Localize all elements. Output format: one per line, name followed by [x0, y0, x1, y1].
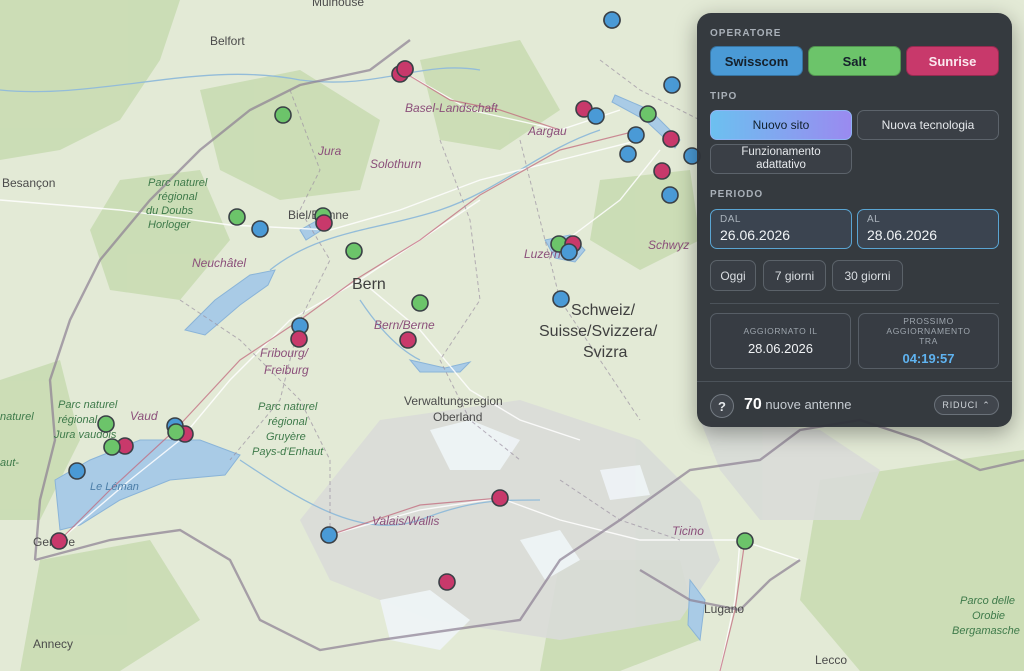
antenna-marker-swisscom[interactable]	[627, 126, 645, 144]
date-from-field[interactable]: DAL 26.06.2026	[710, 209, 852, 249]
last-updated-label: AGGIORNATO IL	[743, 326, 818, 336]
label-bern: Bern	[352, 276, 386, 293]
antenna-marker-salt[interactable]	[639, 105, 657, 123]
type-section-label: TIPO	[710, 91, 738, 102]
antenna-marker-salt[interactable]	[411, 294, 429, 312]
label-basel-landschaft: Basel-Landschaft	[405, 101, 498, 115]
label-lecco: Lecco	[815, 653, 847, 667]
antenna-marker-swisscom[interactable]	[560, 243, 578, 261]
label-annecy: Annecy	[33, 637, 73, 651]
antenna-marker-salt[interactable]	[345, 242, 363, 260]
antenna-marker-swisscom[interactable]	[619, 145, 637, 163]
divider	[710, 303, 999, 304]
antenna-marker-sunrise[interactable]	[491, 489, 509, 507]
antenna-marker-swisscom[interactable]	[603, 11, 621, 29]
antenna-marker-sunrise[interactable]	[662, 130, 680, 148]
antenna-marker-swisscom[interactable]	[587, 107, 605, 125]
antenna-marker-swisscom[interactable]	[251, 220, 269, 238]
collapse-button[interactable]: RIDUCI ⌃	[934, 395, 999, 415]
collapse-label: RIDUCI	[942, 400, 979, 410]
date-to-value: 28.06.2026	[867, 227, 938, 243]
antenna-marker-swisscom[interactable]	[663, 76, 681, 94]
antenna-marker-salt[interactable]	[167, 423, 185, 441]
antenna-marker-salt[interactable]	[736, 532, 754, 550]
label-mulhouse: Mulhouse	[312, 0, 364, 9]
antenna-marker-sunrise[interactable]	[399, 331, 417, 349]
operator-sunrise-button[interactable]: Sunrise	[906, 46, 999, 76]
type-new-tech-button[interactable]: Nuova tecnologia	[857, 110, 999, 140]
next-update-countdown: 04:19:57	[902, 351, 955, 366]
antenna-marker-sunrise[interactable]	[396, 60, 414, 78]
type-new-site-button[interactable]: Nuovo sito	[710, 110, 852, 140]
next-update-label: PROSSIMO AGGIORNAMENTO TRA	[886, 316, 971, 346]
period-section-label: PERIODO	[710, 189, 764, 200]
antenna-count-value: 70	[744, 396, 762, 413]
antenna-marker-salt[interactable]	[228, 208, 246, 226]
operator-section-label: OPERATORE	[710, 28, 782, 39]
label-bern-berne: Bern/Berne	[374, 318, 435, 332]
antenna-marker-swisscom[interactable]	[320, 526, 338, 544]
label-ticino: Ticino	[672, 524, 704, 538]
type-adaptive-button[interactable]: Funzionamento adattativo	[710, 144, 852, 174]
label-besancon: Besançon	[2, 176, 55, 190]
last-updated-value: 28.06.2026	[747, 341, 814, 356]
antenna-marker-swisscom[interactable]	[661, 186, 679, 204]
chevron-up-icon: ⌃	[982, 399, 991, 410]
label-jura: Jura	[317, 144, 342, 158]
date-to-label: AL	[867, 214, 881, 225]
antenna-marker-sunrise[interactable]	[315, 214, 333, 232]
filter-panel: OPERATORE Swisscom Salt Sunrise TIPO Nuo…	[697, 13, 1012, 427]
date-from-label: DAL	[720, 214, 741, 225]
antenna-marker-swisscom[interactable]	[552, 290, 570, 308]
date-from-value: 26.06.2026	[720, 227, 791, 243]
antenna-marker-sunrise[interactable]	[438, 573, 456, 591]
antenna-marker-salt[interactable]	[103, 438, 121, 456]
label-neuchatel: Neuchâtel	[192, 256, 246, 270]
label-solothurn: Solothurn	[370, 157, 422, 171]
antenna-marker-sunrise[interactable]	[653, 162, 671, 180]
next-update-box: PROSSIMO AGGIORNAMENTO TRA 04:19:57	[858, 313, 999, 369]
antenna-marker-sunrise[interactable]	[50, 532, 68, 550]
antenna-count-text: nuove antenne	[765, 397, 852, 412]
help-button[interactable]: ?	[710, 394, 734, 418]
antenna-count: 70 nuove antenne	[744, 396, 851, 414]
antenna-marker-sunrise[interactable]	[290, 330, 308, 348]
operator-salt-button[interactable]: Salt	[808, 46, 901, 76]
label-vaud: Vaud	[130, 409, 158, 423]
antenna-marker-salt[interactable]	[274, 106, 292, 124]
label-schwyz: Schwyz	[648, 238, 689, 252]
date-to-field[interactable]: AL 28.06.2026	[857, 209, 999, 249]
operator-swisscom-button[interactable]: Swisscom	[710, 46, 803, 76]
last-updated-box: AGGIORNATO IL 28.06.2026	[710, 313, 851, 369]
antenna-marker-salt[interactable]	[97, 415, 115, 433]
range-30-days-button[interactable]: 30 giorni	[832, 260, 903, 291]
label-aargau: Aargau	[527, 124, 567, 138]
range-7-days-button[interactable]: 7 giorni	[763, 260, 826, 291]
antenna-marker-swisscom[interactable]	[68, 462, 86, 480]
footer-divider	[697, 381, 1012, 382]
label-valais: Valais/Wallis	[372, 514, 439, 528]
range-today-button[interactable]: Oggi	[710, 260, 756, 291]
label-lugano: Lugano	[704, 602, 744, 616]
label-leman: Le Léman	[90, 481, 139, 493]
label-belfort: Belfort	[210, 34, 245, 48]
